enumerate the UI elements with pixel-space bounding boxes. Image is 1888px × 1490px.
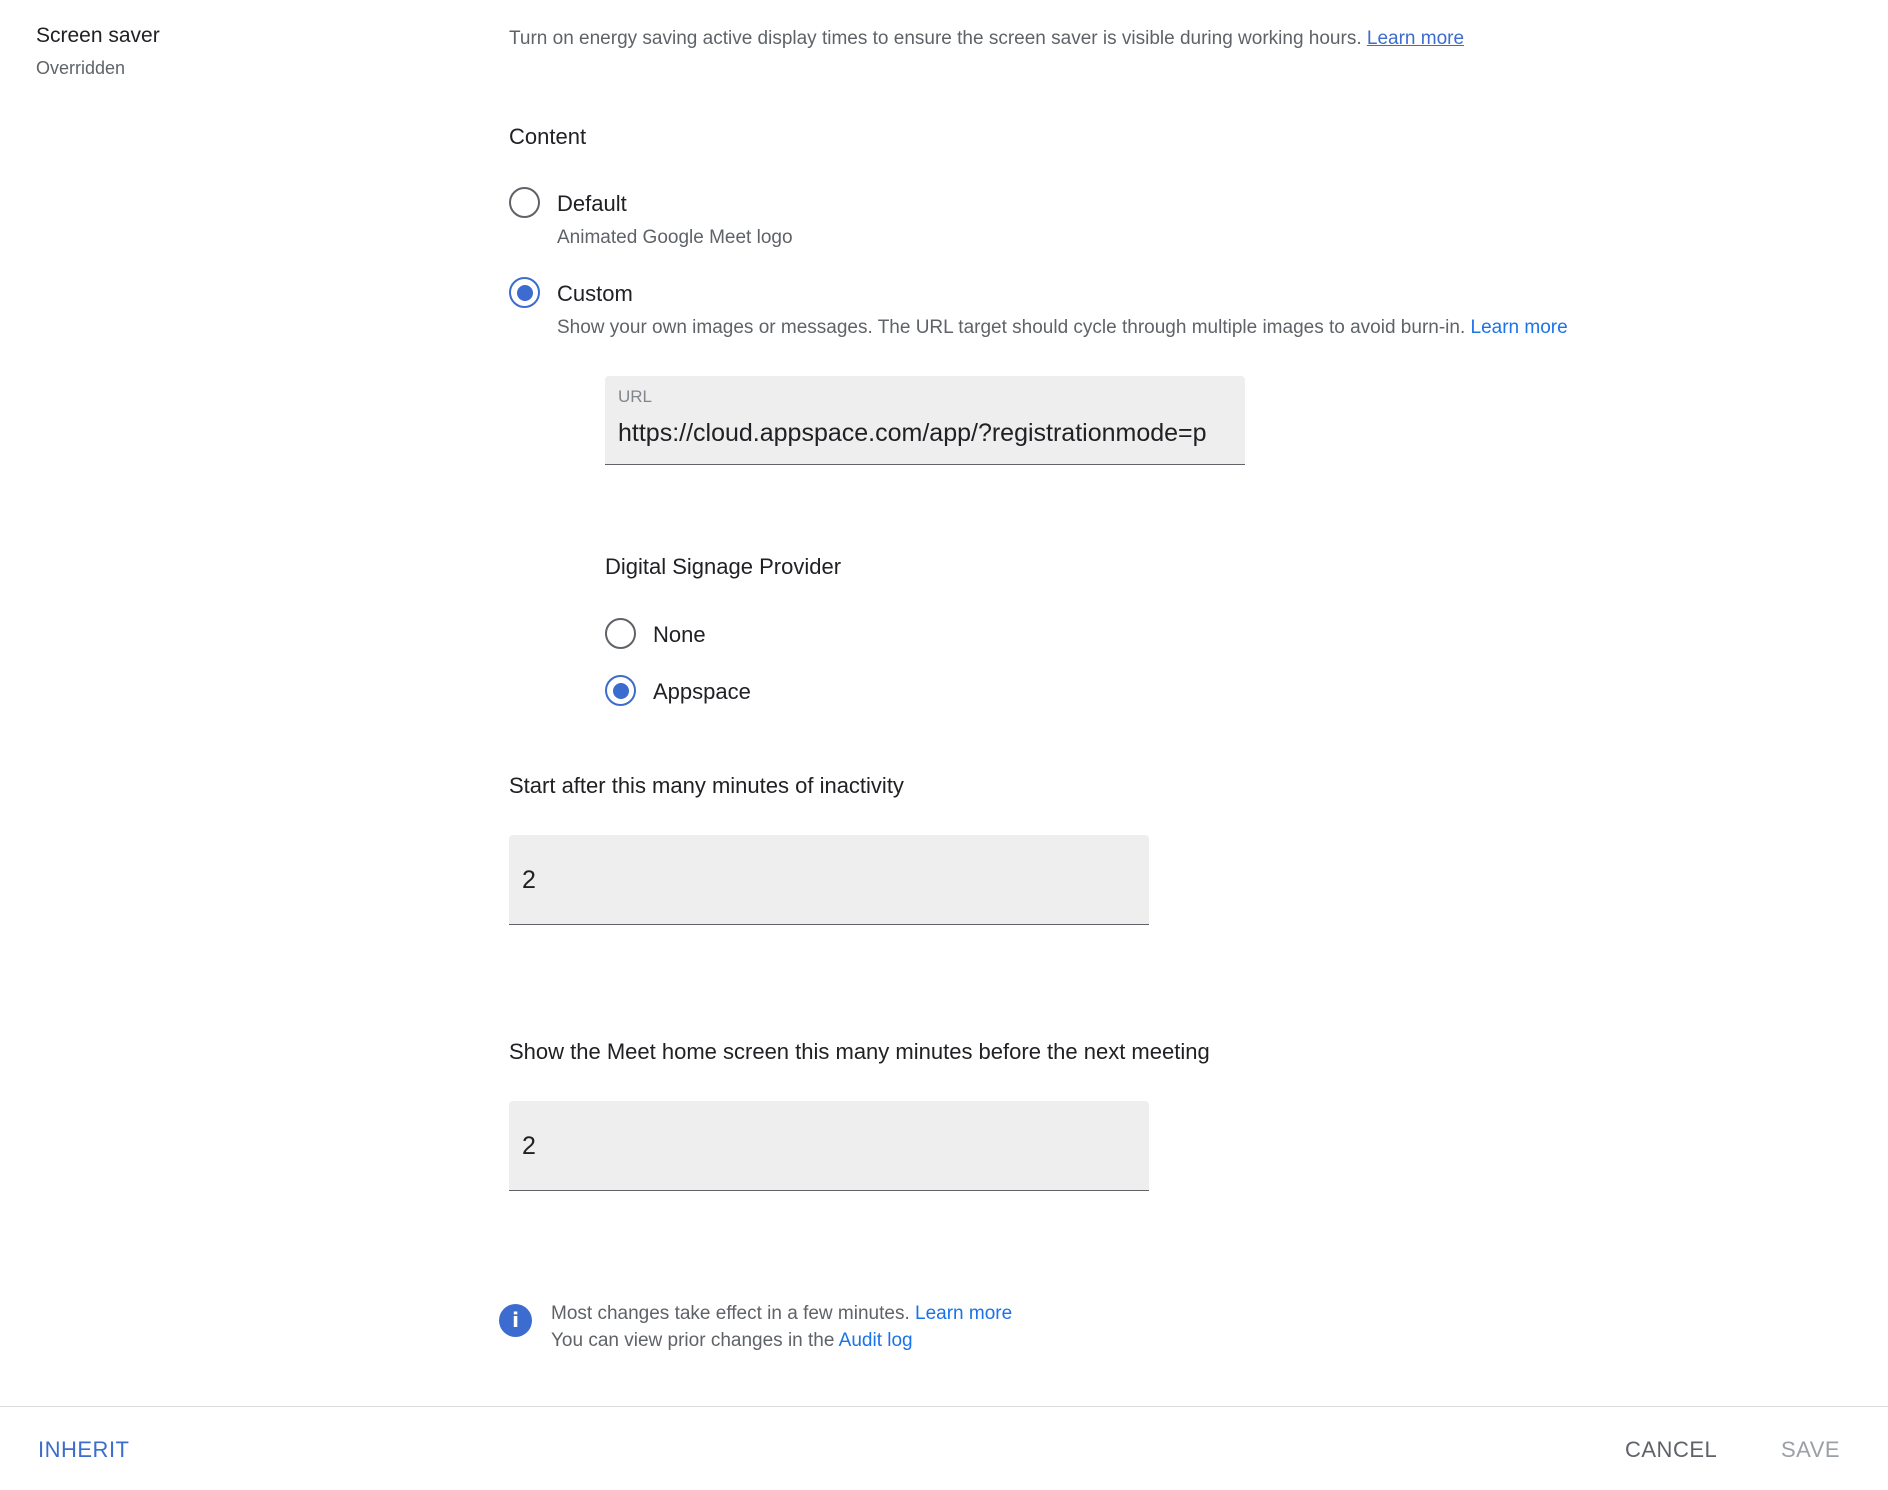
option-custom-description: Show your own images or messages. The UR… <box>557 317 1466 338</box>
option-signage-none-label[interactable]: None <box>653 622 706 648</box>
info-line-2: You can view prior changes in the Audit … <box>551 1330 913 1352</box>
option-custom-description-row: Show your own images or messages. The UR… <box>557 317 1568 339</box>
radio-signage-appspace[interactable] <box>605 675 636 706</box>
intro-text-row: Turn on energy saving active display tim… <box>509 28 1464 50</box>
audit-log-link[interactable]: Audit log <box>839 1330 913 1351</box>
section-title: Screen saver <box>36 24 160 47</box>
option-custom-label[interactable]: Custom <box>557 281 633 307</box>
info-line-1-text: Most changes take effect in a few minute… <box>551 1303 910 1324</box>
home-screen-value[interactable]: 2 <box>522 1132 1137 1161</box>
custom-learn-more-link[interactable]: Learn more <box>1471 317 1568 338</box>
option-default-label[interactable]: Default <box>557 191 627 217</box>
info-learn-more-link[interactable]: Learn more <box>915 1303 1012 1324</box>
cancel-button[interactable]: CANCEL <box>1625 1437 1717 1463</box>
radio-custom[interactable] <box>509 277 540 308</box>
inactivity-label: Start after this many minutes of inactiv… <box>509 773 904 798</box>
section-status: Overridden <box>36 58 126 78</box>
info-line-1: Most changes take effect in a few minute… <box>551 1303 1012 1325</box>
url-field[interactable]: URL https://cloud.appspace.com/app/?regi… <box>605 376 1245 465</box>
radio-default[interactable] <box>509 187 540 218</box>
url-field-label: URL <box>618 387 653 406</box>
home-screen-label: Show the Meet home screen this many minu… <box>509 1039 1210 1064</box>
intro-text: Turn on energy saving active display tim… <box>509 28 1362 49</box>
radio-signage-none[interactable] <box>605 618 636 649</box>
option-default-description: Animated Google Meet logo <box>557 227 793 248</box>
signage-heading: Digital Signage Provider <box>605 554 842 579</box>
info-line-2-text: You can view prior changes in the <box>551 1330 835 1351</box>
option-signage-appspace-label[interactable]: Appspace <box>653 679 751 705</box>
home-screen-input[interactable]: 2 <box>509 1101 1149 1191</box>
footer-divider <box>0 1406 1888 1407</box>
content-heading: Content <box>509 124 587 149</box>
intro-learn-more-link[interactable]: Learn more <box>1367 28 1464 49</box>
info-icon: i <box>499 1304 532 1337</box>
inherit-button[interactable]: INHERIT <box>38 1437 130 1463</box>
inactivity-input[interactable]: 2 <box>509 835 1149 925</box>
url-field-value[interactable]: https://cloud.appspace.com/app/?registra… <box>618 419 1233 448</box>
save-button[interactable]: SAVE <box>1781 1437 1840 1463</box>
inactivity-value[interactable]: 2 <box>522 866 1137 895</box>
